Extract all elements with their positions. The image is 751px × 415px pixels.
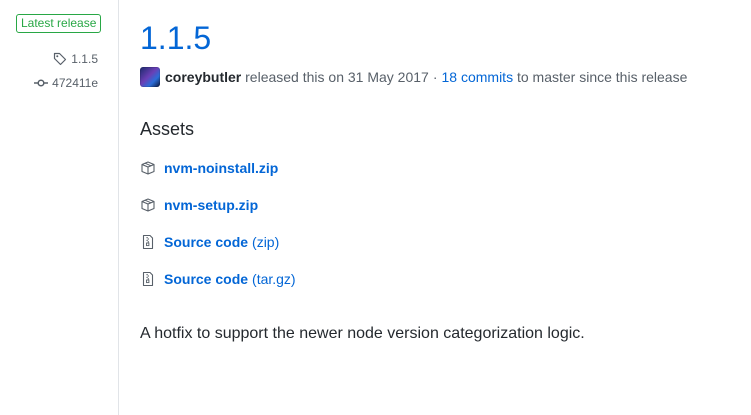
release-sidebar: Latest release 1.1.5 472411e <box>0 0 118 415</box>
file-zip-icon <box>140 271 156 287</box>
asset-ext: (tar.gz) <box>252 271 296 287</box>
commits-suffix: to master since this release <box>516 69 688 85</box>
package-icon <box>140 160 156 176</box>
asset-name: nvm-noinstall.zip <box>164 160 279 176</box>
asset-name: Source code <box>164 234 249 250</box>
author-link[interactable]: coreybutler <box>165 69 241 85</box>
asset-source-code-tar-gz[interactable]: Source code (tar.gz) <box>140 271 296 287</box>
tag-icon <box>53 52 67 66</box>
release-notes: A hotfix to support the newer node versi… <box>140 325 585 342</box>
tag-label: 1.1.5 <box>71 52 98 66</box>
assets-heading: Assets <box>140 119 195 139</box>
asset-name: nvm-setup.zip <box>164 197 259 213</box>
byline-separator: · <box>432 69 438 85</box>
file-zip-icon <box>140 234 156 250</box>
tag-link[interactable]: 1.1.5 <box>53 52 98 66</box>
release-byline: coreybutler released this on 31 May 2017… <box>140 67 687 87</box>
asset-nvm-setup-zip[interactable]: nvm-setup.zip <box>140 197 258 213</box>
package-icon <box>140 197 156 213</box>
asset-source-code-zip[interactable]: Source code (zip) <box>140 234 279 250</box>
asset-ext: (zip) <box>252 234 280 250</box>
sidebar-divider <box>118 0 119 415</box>
avatar[interactable] <box>140 67 160 87</box>
commit-sha: 472411e <box>52 76 98 90</box>
git-commit-icon <box>34 78 49 88</box>
asset-name: Source code <box>164 271 249 287</box>
release-title[interactable]: 1.1.5 <box>140 20 211 56</box>
commit-link[interactable]: 472411e <box>34 76 98 90</box>
released-text: released this on 31 May 2017 <box>245 69 429 85</box>
latest-release-badge: Latest release <box>16 14 102 33</box>
commits-link[interactable]: 18 commits <box>442 69 514 85</box>
asset-nvm-noinstall-zip[interactable]: nvm-noinstall.zip <box>140 160 278 176</box>
